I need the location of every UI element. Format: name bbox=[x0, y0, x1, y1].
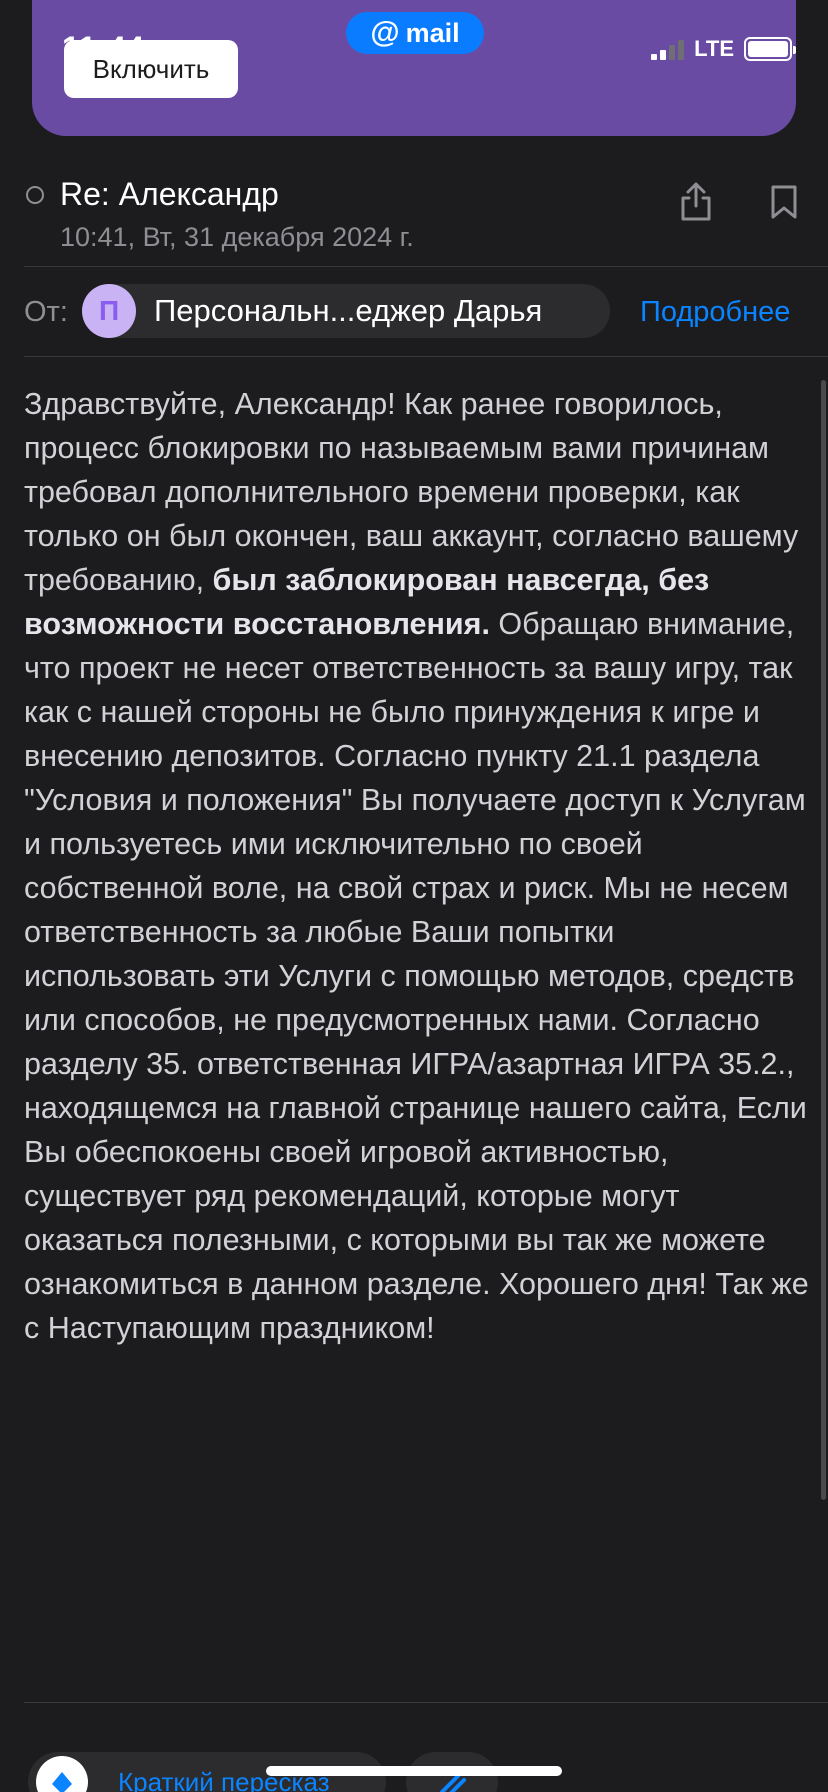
sparkle-icon bbox=[32, 1752, 92, 1792]
email-body: Здравствуйте, Александр! Как ранее говор… bbox=[24, 382, 814, 1350]
scrollbar[interactable] bbox=[821, 380, 826, 1500]
network-type: LTE bbox=[694, 36, 734, 61]
unread-indicator[interactable] bbox=[26, 186, 44, 204]
body-text-part2: Обращаю внимание, что проект не несет от… bbox=[24, 607, 809, 1345]
email-date: 10:41, Вт, 31 декабря 2024 г. bbox=[60, 222, 414, 252]
avatar: П bbox=[82, 284, 136, 338]
status-time: 11:44 bbox=[62, 30, 145, 66]
footer-divider bbox=[24, 1702, 828, 1703]
status-indicators: LTE bbox=[651, 36, 796, 62]
from-divider bbox=[24, 356, 828, 357]
home-indicator[interactable] bbox=[266, 1766, 562, 1776]
email-screen: Включить 11:44 @ mail LTE Re: Александр … bbox=[0, 0, 828, 1792]
at-icon: @ bbox=[370, 16, 400, 49]
sender-name: Персональн...еджер Дарья bbox=[154, 293, 543, 328]
mail-app-badge[interactable]: @ mail bbox=[346, 12, 484, 54]
battery-icon bbox=[744, 37, 796, 61]
share-icon[interactable] bbox=[674, 180, 718, 224]
from-label: От: bbox=[24, 296, 68, 328]
sender-chip[interactable]: П Персональн...еджер Дарья bbox=[82, 284, 610, 338]
header-divider bbox=[24, 266, 828, 267]
mail-badge-label: mail bbox=[405, 17, 460, 48]
bookmark-icon[interactable] bbox=[762, 180, 806, 224]
cellular-signal-icon bbox=[651, 38, 685, 60]
details-link[interactable]: Подробнее bbox=[640, 296, 790, 329]
email-subject: Re: Александр bbox=[60, 176, 279, 212]
